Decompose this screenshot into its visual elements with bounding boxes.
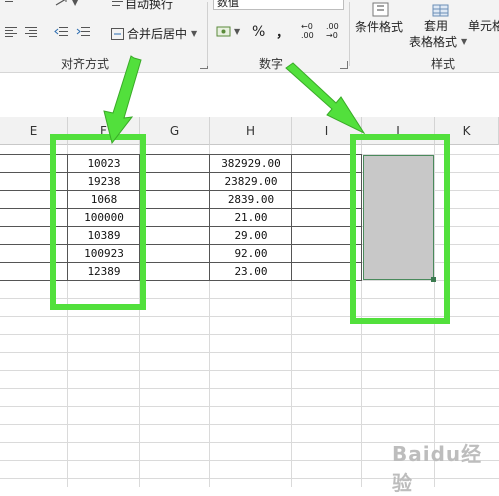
table-format-icon xyxy=(432,4,450,18)
conditional-format-button[interactable]: 条件格式 xyxy=(355,18,403,35)
group-divider xyxy=(349,2,350,66)
decrease-indent-icon xyxy=(54,26,68,38)
align-top-icon xyxy=(4,0,18,8)
align-top-button[interactable] xyxy=(4,0,18,8)
decrease-decimal-button[interactable]: .00 →0 xyxy=(326,22,343,40)
grid-row-line xyxy=(0,352,499,353)
chevron-down-icon: ▼ xyxy=(72,0,79,7)
align-left-icon xyxy=(4,26,18,38)
formula-area xyxy=(0,73,499,117)
currency-icon xyxy=(216,25,231,37)
column-header-g[interactable]: G xyxy=(140,117,210,145)
column-header-h[interactable]: H xyxy=(210,117,292,145)
highlight-box-column-j xyxy=(350,134,450,324)
orientation-button[interactable]: ▼ xyxy=(54,0,78,8)
percent-icon: % xyxy=(252,24,266,40)
grid-row-line xyxy=(0,334,499,335)
merge-cells-icon xyxy=(111,27,125,40)
cell-h[interactable]: 2839.00 xyxy=(210,191,292,208)
number-dialog-launcher-icon[interactable] xyxy=(340,61,348,69)
align-right-icon xyxy=(24,26,38,38)
grid-row-line xyxy=(0,424,499,425)
table-format-label: 表格格式 xyxy=(409,35,458,49)
group-divider xyxy=(207,2,208,66)
align-right-button[interactable] xyxy=(24,26,38,38)
increase-decimal-icon: ←0 .00 xyxy=(301,22,314,40)
highlight-box-column-f xyxy=(50,134,146,310)
wrap-text-button[interactable]: 自动换行 xyxy=(111,0,173,12)
table-format-top-label: 套用 xyxy=(424,19,449,33)
chevron-down-icon: ▼ xyxy=(461,37,468,46)
cell-h[interactable]: 29.00 xyxy=(210,227,292,244)
cell-h[interactable]: 23.00 xyxy=(210,263,292,280)
group-label-alignment: 对齐方式 xyxy=(61,57,110,71)
cell-h[interactable]: 92.00 xyxy=(210,245,292,262)
increase-indent-button[interactable] xyxy=(76,26,90,38)
conditional-format-label: 条件格式 xyxy=(355,20,404,34)
cell-h[interactable]: 21.00 xyxy=(210,209,292,226)
grid-row-line xyxy=(0,406,499,407)
cell-styles-label: 单元格 xyxy=(468,19,499,33)
grid-row-line xyxy=(0,370,499,371)
conditional-format-icon xyxy=(372,2,390,18)
table-border-line xyxy=(209,154,210,281)
cell-h[interactable]: 382929.00 xyxy=(210,155,292,172)
cell-h[interactable]: 23829.00 xyxy=(210,173,292,190)
accounting-format-button[interactable]: ▼ xyxy=(216,25,240,37)
chevron-down-icon: ▼ xyxy=(234,26,241,36)
comma-icon: ， xyxy=(276,26,290,41)
grid-row-line xyxy=(0,388,499,389)
decrease-indent-button[interactable] xyxy=(54,26,68,38)
merge-center-button[interactable]: 合并后居中 ▼ xyxy=(111,25,197,42)
group-label-number: 数字 xyxy=(259,57,284,71)
table-format-button[interactable]: 表格格式 ▼ xyxy=(409,33,467,50)
increase-indent-icon xyxy=(76,26,90,38)
orientation-icon xyxy=(54,0,68,8)
number-format-select[interactable]: 数值 xyxy=(213,0,344,10)
wrap-text-icon xyxy=(111,0,125,10)
group-label-styles: 样式 xyxy=(431,57,456,71)
align-left-button[interactable] xyxy=(4,26,18,38)
comma-style-button[interactable]: ， xyxy=(276,22,289,41)
percent-style-button[interactable]: % xyxy=(252,24,265,40)
increase-decimal-button[interactable]: ←0 .00 xyxy=(301,22,318,40)
watermark: Baidu经验 xyxy=(392,442,483,495)
table-border-line xyxy=(291,154,292,281)
wrap-text-label: 自动换行 xyxy=(125,0,174,11)
merge-center-label: 合并后居中 xyxy=(127,27,188,41)
cell-styles-button[interactable]: 单元格 xyxy=(468,17,499,34)
number-format-value: 数值 xyxy=(217,0,239,9)
chevron-down-icon: ▼ xyxy=(191,29,198,38)
ribbon: ▼ 自动换行 合并后居中 ▼ 对齐方式 数值 ▼ % ， ←0 .00 .00 … xyxy=(0,0,499,73)
decrease-decimal-icon: .00 →0 xyxy=(326,22,339,40)
